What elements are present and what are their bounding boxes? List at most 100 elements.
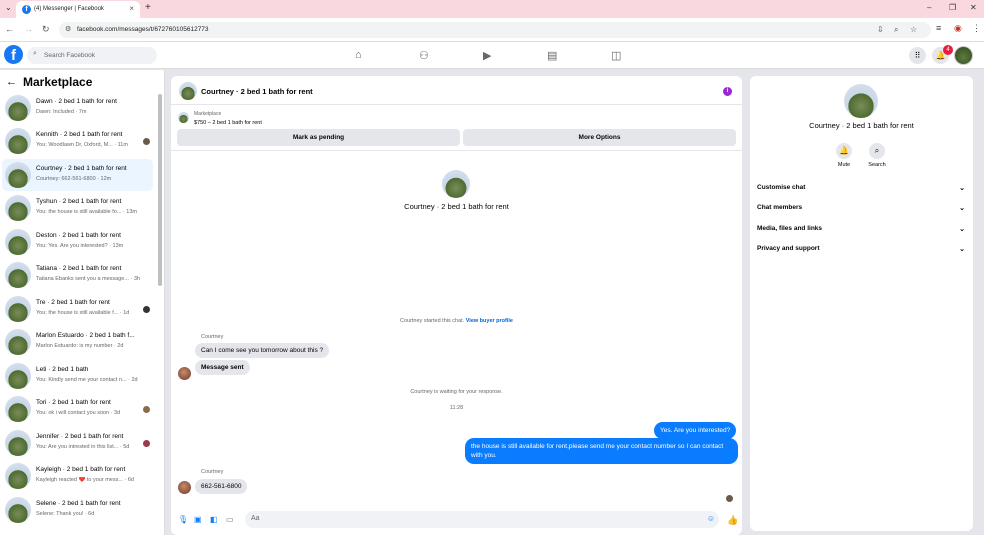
reload-icon[interactable]: ↻ xyxy=(42,24,50,35)
listing-avatar xyxy=(5,162,31,188)
profile-icon[interactable]: ◉ xyxy=(954,23,962,34)
conversation-item[interactable]: Marlon Estuardo · 2 bed 1 bath f... Marl… xyxy=(2,326,153,358)
listing-thumbnail[interactable] xyxy=(178,112,189,123)
conversation-item[interactable]: Tori · 2 bed 1 bath for rent You: ok i w… xyxy=(2,393,153,425)
search-in-chat-icon[interactable]: ⌕ xyxy=(869,143,885,159)
marketplace-label: Marketplace xyxy=(194,111,222,117)
home-icon[interactable]: ⌂ xyxy=(355,49,362,61)
account-avatar[interactable] xyxy=(954,46,973,65)
browser-tab-bar: ⌄ f (4) Messenger | Facebook × + – ❐ ✕ xyxy=(0,0,984,18)
listing-price[interactable]: $750 – 2 bed 1 bath for rent xyxy=(194,120,262,126)
tab-list-chevron-icon[interactable]: ⌄ xyxy=(5,3,12,12)
chat-started-text: Courtney started this chat. xyxy=(399,318,465,324)
listing-avatar xyxy=(5,128,31,154)
sender-name: Courtney xyxy=(201,469,224,475)
outgoing-message[interactable]: Yes. Are you interested? xyxy=(654,422,737,439)
timestamp: 11:28 xyxy=(449,405,464,411)
emoji-icon[interactable]: ☺ xyxy=(707,514,715,523)
gif-icon[interactable]: ▭ xyxy=(226,515,234,524)
chevron-down-icon: ⌄ xyxy=(959,205,965,212)
seen-avatar xyxy=(726,495,733,502)
row-label: Customise chat xyxy=(757,184,806,191)
conversation-item[interactable]: Kennith · 2 bed 1 bath for rent You: Woo… xyxy=(2,125,153,157)
sticker-icon[interactable]: ◧ xyxy=(210,515,218,524)
privacy-support-row[interactable]: Privacy and support ⌄ xyxy=(757,245,967,257)
conversation-item-active[interactable]: Courtney · 2 bed 1 bath for rent Courtne… xyxy=(2,159,153,191)
thumbs-up-icon[interactable]: 👍 xyxy=(727,515,738,526)
sidebar-scrollbar[interactable] xyxy=(158,94,162,286)
customise-chat-row[interactable]: Customise chat ⌄ xyxy=(757,184,967,196)
view-buyer-profile-link[interactable]: View buyer profile xyxy=(466,318,513,324)
conversation-name: Tori · 2 bed 1 bath for rent xyxy=(36,399,111,406)
more-options-button[interactable]: More Options xyxy=(463,129,736,146)
menu-grid-icon[interactable]: ⠿ xyxy=(909,47,926,64)
media-controls-icon[interactable]: ≡ xyxy=(936,23,941,33)
facebook-header: f ⌕ Search Facebook ⌂ ⚇ ▶ ▤ ◫ ⠿ 🔔 4 xyxy=(0,42,984,69)
tab-close-icon[interactable]: × xyxy=(129,4,134,13)
conversation-snippet: Kayleigh reacted ❤️ to your mess... · 6d xyxy=(36,477,134,483)
facebook-search-input[interactable]: ⌕ Search Facebook xyxy=(27,47,157,64)
intro-avatar xyxy=(442,170,470,198)
mute-bell-icon[interactable]: 🔔 xyxy=(836,143,852,159)
chat-header-avatar[interactable] xyxy=(179,82,197,100)
intro-name: Courtney · 2 bed 1 bath for rent xyxy=(404,202,509,211)
back-icon[interactable]: ← xyxy=(5,24,14,34)
sender-avatar[interactable] xyxy=(178,367,191,380)
new-tab-icon[interactable]: + xyxy=(145,2,151,13)
row-label: Chat members xyxy=(757,204,803,211)
forward-icon[interactable]: → xyxy=(24,24,33,34)
friends-icon[interactable]: ⚇ xyxy=(419,49,429,62)
minimize-icon[interactable]: – xyxy=(927,3,931,12)
browser-tab-messenger[interactable]: f (4) Messenger | Facebook × xyxy=(16,1,140,18)
conversation-item[interactable]: Tatiana · 2 bed 1 bath for rent Tatiana … xyxy=(2,259,153,291)
info-icon[interactable]: i xyxy=(723,87,732,96)
conversation-item[interactable]: Tyshun · 2 bed 1 bath for rent You: the … xyxy=(2,192,153,224)
conversation-item[interactable]: Tre · 2 bed 1 bath for rent You: the hou… xyxy=(2,293,153,325)
mark-as-pending-button[interactable]: Mark as pending xyxy=(177,129,460,146)
microphone-icon[interactable]: 🎙 xyxy=(178,515,188,524)
incoming-message[interactable]: Can I come see you tomorrow about this ? xyxy=(195,343,330,358)
conversation-item[interactable]: Leti · 2 bed 1 bath You: Kindly send me … xyxy=(2,360,153,392)
browser-menu-icon[interactable]: ⋮ xyxy=(972,23,981,34)
sender-avatar[interactable] xyxy=(178,481,191,494)
conversation-item[interactable]: Selene · 2 bed 1 bath for rent Selene: T… xyxy=(2,494,153,526)
conversation-item[interactable]: Kayleigh · 2 bed 1 bath for rent Kayleig… xyxy=(2,460,153,492)
listing-avatar xyxy=(5,430,31,456)
outgoing-message[interactable]: the house is still available for rent,pl… xyxy=(465,438,738,464)
gaming-icon[interactable]: ◫ xyxy=(611,49,621,62)
conversation-item[interactable]: Dawn · 2 bed 1 bath for rent Dawn: Inclu… xyxy=(2,92,153,124)
conversation-snippet: You: the house is still available fo... … xyxy=(36,209,137,215)
conversation-item[interactable]: Deston · 2 bed 1 bath for rent You: Yes.… xyxy=(2,226,153,258)
incoming-message[interactable]: Message sent xyxy=(195,360,250,375)
conversation-name: Jennifer · 2 bed 1 bath for rent xyxy=(36,433,124,440)
site-info-icon[interactable]: ⚙ xyxy=(65,25,71,33)
facebook-logo-icon[interactable]: f xyxy=(4,45,23,64)
panel-name: Courtney · 2 bed 1 bath for rent xyxy=(809,121,914,130)
chat-info-panel: Courtney · 2 bed 1 bath for rent 🔔 Mute … xyxy=(750,76,973,531)
restore-icon[interactable]: ❐ xyxy=(949,3,956,12)
listing-avatar xyxy=(5,363,31,389)
zoom-icon[interactable]: ⌕ xyxy=(894,25,898,35)
chat-members-row[interactable]: Chat members ⌄ xyxy=(757,204,967,216)
conversation-item[interactable]: Jennifer · 2 bed 1 bath for rent You: Ar… xyxy=(2,427,153,459)
seen-avatar xyxy=(143,306,150,313)
back-arrow-icon[interactable]: ← xyxy=(6,76,17,88)
conversation-snippet: Dawn: Included · 7m xyxy=(36,109,87,115)
message-input[interactable]: Aa ☺ xyxy=(245,511,719,528)
media-files-links-row[interactable]: Media, files and links ⌄ xyxy=(757,225,967,237)
panel-avatar[interactable] xyxy=(844,84,878,118)
video-icon[interactable]: ▶ xyxy=(483,49,491,62)
marketplace-icon[interactable]: ▤ xyxy=(547,49,557,62)
chat-panel: Courtney · 2 bed 1 bath for rent i Marke… xyxy=(171,76,742,535)
row-label: Privacy and support xyxy=(757,245,820,252)
incoming-message[interactable]: 662-561-6800 xyxy=(195,479,248,494)
window-close-icon[interactable]: ✕ xyxy=(970,3,977,12)
photo-icon[interactable]: ▣ xyxy=(194,515,202,524)
conversation-snippet: You: ok i will contact you soon · 3d xyxy=(36,410,121,416)
install-app-icon[interactable]: ⇩ xyxy=(877,25,884,34)
search-icon: ⌕ xyxy=(33,50,37,57)
bookmark-star-icon[interactable]: ☆ xyxy=(910,25,917,34)
chat-title[interactable]: Courtney · 2 bed 1 bath for rent xyxy=(201,87,313,96)
waiting-notice: Courtney is waiting for your response. xyxy=(410,389,503,395)
address-bar[interactable]: ⚙ facebook.com/messages/t/6727601056127​… xyxy=(59,22,931,38)
